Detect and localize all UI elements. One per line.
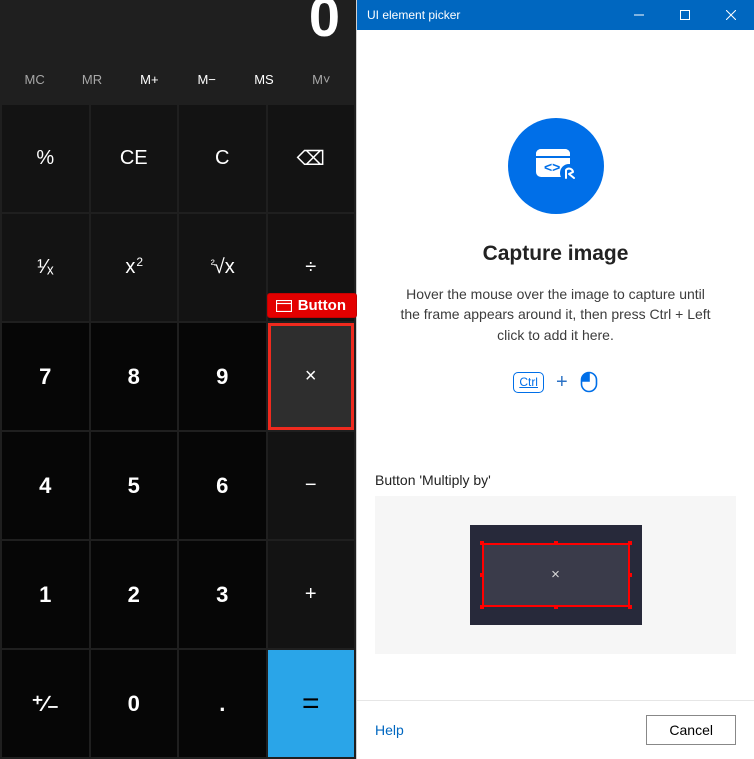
key-decimal[interactable]: . [179, 650, 266, 757]
hero-icon-circle: <> [508, 118, 604, 214]
minimize-icon [634, 10, 644, 20]
window-title: UI element picker [357, 8, 616, 22]
keypad: % CE C ⌫ ¹⁄ₓ x2 ²√x ÷ 7 8 9 × Button 4 5… [0, 103, 356, 759]
hero-description: Hover the mouse over the image to captur… [396, 284, 716, 345]
key-sqrt[interactable]: ²√x [179, 214, 266, 321]
handle-bm [554, 605, 558, 609]
key-6[interactable]: 6 [179, 432, 266, 539]
mem-mplus[interactable]: M+ [121, 64, 178, 95]
key-reciprocal[interactable]: ¹⁄ₓ [2, 214, 89, 321]
capture-icon: <> [533, 146, 579, 186]
key-clear[interactable]: C [179, 105, 266, 212]
key-negate[interactable]: ⁺∕₋ [2, 650, 89, 757]
key-minus[interactable]: − [268, 432, 355, 539]
key-0[interactable]: 0 [91, 650, 178, 757]
shortcut-hint: Ctrl + [375, 371, 736, 394]
key-square-exp: 2 [136, 255, 143, 269]
key-equals[interactable]: = [268, 650, 355, 757]
key-8[interactable]: 8 [91, 323, 178, 430]
cancel-button[interactable]: Cancel [646, 715, 736, 745]
mem-mminus[interactable]: M− [178, 64, 235, 95]
handle-mr [628, 573, 632, 577]
handle-tr [628, 541, 632, 545]
handle-bl [480, 605, 484, 609]
key-3[interactable]: 3 [179, 541, 266, 648]
calc-display: 0 [0, 0, 356, 55]
picker-badge-label: Button [298, 297, 346, 314]
maximize-button[interactable] [662, 0, 708, 30]
key-sqrt-sym: √x [214, 256, 235, 279]
handle-br [628, 605, 632, 609]
memory-row: MC MR M+ M− MS M˅ [0, 55, 356, 103]
mem-mlist: M˅ [293, 64, 350, 95]
key-percent[interactable]: % [2, 105, 89, 212]
key-1[interactable]: 1 [2, 541, 89, 648]
key-multiply[interactable]: × Button [268, 323, 355, 430]
key-plus[interactable]: + [268, 541, 355, 648]
key-sqrt-pre: ² [211, 257, 215, 271]
preview-box: × [375, 496, 736, 654]
preview-image: × [470, 525, 642, 625]
picker-body: <> Capture image Hover the mouse over th… [357, 30, 754, 700]
preview-multiply-glyph: × [551, 566, 560, 583]
close-button[interactable] [708, 0, 754, 30]
key-5[interactable]: 5 [91, 432, 178, 539]
ui-element-picker-window: UI element picker <> [356, 0, 754, 759]
hero-section: <> Capture image Hover the mouse over th… [375, 48, 736, 394]
mem-mc: MC [6, 64, 63, 95]
key-7[interactable]: 7 [2, 323, 89, 430]
key-2[interactable]: 2 [91, 541, 178, 648]
plus-icon: + [556, 371, 568, 394]
captured-element-label: Button 'Multiply by' [375, 472, 736, 488]
close-icon [726, 10, 736, 20]
key-ce[interactable]: CE [91, 105, 178, 212]
svg-text:<>: <> [544, 159, 560, 175]
picker-badge: Button [267, 293, 357, 318]
key-square[interactable]: x2 [91, 214, 178, 321]
handle-tl [480, 541, 484, 545]
key-square-base: x [125, 256, 135, 279]
help-link[interactable]: Help [375, 722, 404, 738]
title-bar: UI element picker [357, 0, 754, 30]
mem-mr: MR [63, 64, 120, 95]
minimize-button[interactable] [616, 0, 662, 30]
handle-tm [554, 541, 558, 545]
mem-ms[interactable]: MS [235, 64, 292, 95]
ctrl-key-hint: Ctrl [513, 372, 544, 393]
mouse-left-click-icon [580, 371, 598, 393]
footer: Help Cancel [357, 700, 754, 759]
handle-ml [480, 573, 484, 577]
key-9[interactable]: 9 [179, 323, 266, 430]
window-icon [276, 300, 292, 312]
calculator-window: 0 MC MR M+ M− MS M˅ % CE C ⌫ ¹⁄ₓ x2 ²√x … [0, 0, 356, 759]
key-multiply-glyph: × [305, 365, 317, 388]
key-backspace[interactable]: ⌫ [268, 105, 355, 212]
key-4[interactable]: 4 [2, 432, 89, 539]
maximize-icon [680, 10, 690, 20]
hero-title: Capture image [375, 242, 736, 266]
